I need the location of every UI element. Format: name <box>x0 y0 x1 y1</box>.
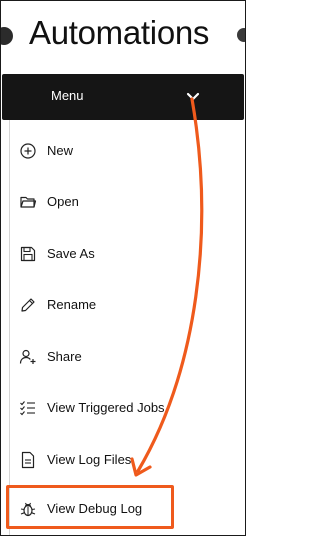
menu-toggle-button[interactable]: Menu <box>2 74 244 120</box>
menu-item-view-triggered-jobs[interactable]: View Triggered Jobs <box>19 393 244 423</box>
add-user-icon <box>19 349 36 364</box>
app-frame: Automations Menu New Open Save As Rename… <box>0 0 246 536</box>
menu-item-label: New <box>47 143 74 158</box>
menu-item-open[interactable]: Open <box>19 187 244 217</box>
menu-item-label: View Log Files <box>47 452 132 467</box>
pencil-icon <box>21 298 35 312</box>
folder-icon <box>20 196 37 208</box>
save-icon <box>20 246 36 262</box>
menu-item-label: Rename <box>47 297 97 312</box>
page-title: Automations <box>29 14 210 51</box>
chevron-down-icon[interactable] <box>184 88 202 106</box>
left-handle-dot <box>1 27 13 45</box>
menu-item-label: Open <box>47 194 79 209</box>
menu-item-share[interactable]: Share <box>19 342 244 372</box>
menu-item-label: Share <box>47 349 82 364</box>
menu-dropdown: New Open Save As Rename Share View Trigg… <box>9 120 245 535</box>
header: Automations <box>1 1 245 73</box>
file-icon <box>21 451 35 469</box>
annotation-highlight-box <box>6 485 174 529</box>
menu-label: Menu <box>51 88 84 103</box>
right-handle-dot <box>237 28 245 42</box>
menu-item-rename[interactable]: Rename <box>19 290 244 320</box>
menu-item-new[interactable]: New <box>19 136 244 166</box>
menu-item-label: Save As <box>47 246 95 261</box>
plus-circle-icon <box>20 143 36 159</box>
menu-item-label: View Triggered Jobs <box>47 400 165 415</box>
menu-item-view-log-files[interactable]: View Log Files <box>19 445 244 475</box>
checklist-icon <box>20 401 35 416</box>
menu-item-save-as[interactable]: Save As <box>19 239 244 269</box>
